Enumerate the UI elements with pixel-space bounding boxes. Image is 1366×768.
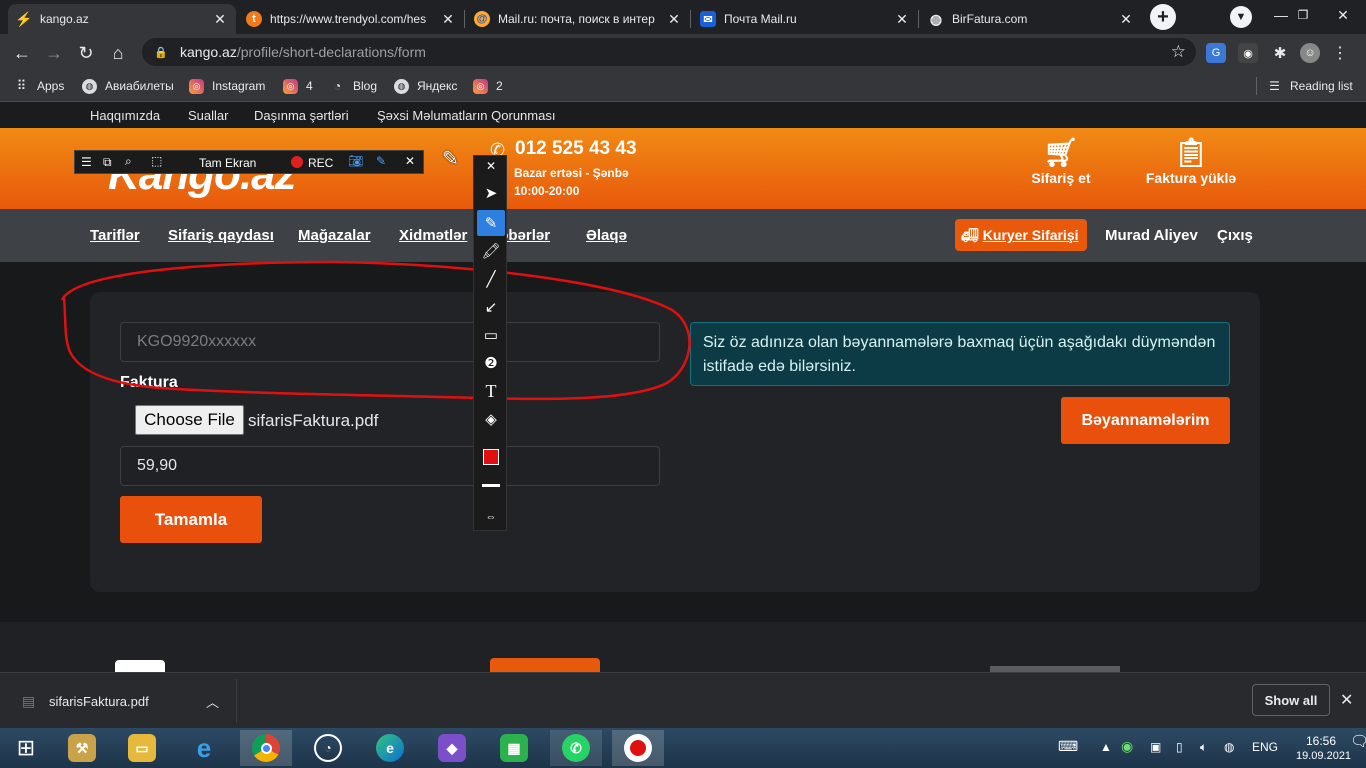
arrow-icon[interactable]: ↙ — [477, 294, 505, 320]
counter-icon[interactable]: ❷ — [477, 350, 505, 376]
download-bar: ▤ sifarisFaktura.pdf ︿ Show all ✕ — [0, 672, 1366, 728]
eraser-icon[interactable]: ◈ — [477, 406, 505, 432]
edge-icon: e — [376, 734, 404, 762]
taskbar-whatsapp[interactable]: ✆ — [550, 730, 602, 766]
zoom-region-icon[interactable]: ⌕ — [125, 154, 132, 169]
status-ring-icon[interactable]: ◉ — [1121, 738, 1133, 755]
rec-button[interactable]: REC — [308, 156, 333, 170]
pen-tool-icon[interactable]: ✎ — [477, 210, 505, 236]
chrome-icon — [252, 734, 280, 762]
record-dot-icon[interactable] — [291, 156, 303, 168]
tray-app-icon[interactable]: ◍ — [1224, 740, 1234, 754]
fullscreen-mode-label[interactable]: Tam Ekran — [199, 156, 256, 170]
network-icon[interactable]: ▣ — [1150, 740, 1161, 754]
show-all-button[interactable]: Show all — [1252, 684, 1330, 716]
volume-icon[interactable]: 🔈︎ — [1200, 740, 1207, 755]
taskbar-app-green[interactable]: ▦ — [488, 730, 540, 766]
taskbar-explorer[interactable]: ▭ — [116, 730, 168, 766]
close-icon[interactable]: ✕ — [477, 156, 505, 176]
menu-icon[interactable]: ☰ — [81, 155, 92, 169]
taskbar-visual-studio[interactable]: ◆ — [426, 730, 478, 766]
speedometer-icon: ◔ — [314, 734, 342, 762]
stroke-width-icon[interactable] — [477, 472, 505, 498]
internet-explorer-icon: e — [196, 732, 212, 763]
notifications-icon[interactable]: 🗨︎ — [1350, 732, 1366, 750]
close-icon[interactable]: ✕ — [405, 154, 415, 168]
start-button[interactable]: ⊞ — [0, 730, 52, 766]
tray-expand-icon[interactable]: ▲ — [1100, 740, 1112, 754]
download-file-name[interactable]: sifarisFaktura.pdf — [49, 694, 149, 709]
region-select-icon[interactable]: ⬚ — [151, 154, 162, 168]
camera-icon[interactable]: 📷︎ — [348, 154, 363, 168]
visual-studio-icon: ◆ — [438, 734, 466, 762]
rectangle-icon[interactable]: ▭ — [477, 322, 505, 348]
close-icon[interactable]: ✕ — [1340, 690, 1353, 710]
color-swatch-icon[interactable] — [477, 444, 505, 470]
window-select-icon[interactable]: ⧉ — [103, 155, 112, 170]
line-icon[interactable]: ╱ — [477, 266, 505, 292]
chevron-up-icon[interactable]: ︿ — [206, 692, 219, 711]
tools-icon: ⚒ — [68, 734, 96, 762]
marker-icon[interactable]: 🖍︎ — [477, 238, 505, 264]
screen-recorder-bar: ☰ ⧉ ⌕ ⬚ Tam Ekran REC 📷︎ ✎ ✕ — [74, 150, 424, 174]
taskbar-speedtest[interactable]: ◔ — [302, 730, 354, 766]
whatsapp-icon: ✆ — [562, 734, 590, 762]
clock-date[interactable]: 19.09.2021 — [1296, 750, 1351, 762]
windows-logo-icon: ⊞ — [16, 735, 36, 760]
language-indicator[interactable]: ENG — [1252, 740, 1278, 754]
record-icon — [624, 734, 652, 762]
taskbar-ie[interactable]: e — [178, 730, 230, 766]
clock-time[interactable]: 16:56 — [1306, 734, 1336, 748]
keyboard-icon[interactable]: ⌨ — [1058, 738, 1078, 755]
pen-cursor-icon: ✎ — [442, 148, 459, 170]
drawing-toolbar: ✕ ➤ ✎ 🖍︎ ╱ ↙ ▭ ❷ T ◈ ⇔ — [473, 155, 507, 531]
taskbar-chrome[interactable] — [240, 730, 292, 766]
folder-icon: ▭ — [128, 734, 156, 762]
red-annotation-stroke — [60, 260, 691, 401]
pointer-icon[interactable]: ➤ — [477, 180, 505, 206]
text-tool-icon[interactable]: T — [477, 378, 505, 404]
pen-icon[interactable]: ✎ — [376, 154, 386, 168]
pdf-file-icon: ▤ — [22, 693, 36, 709]
taskbar-tools[interactable]: ⚒ — [56, 730, 108, 766]
app-grid-icon: ▦ — [500, 734, 528, 762]
download-divider — [236, 679, 237, 723]
taskbar-recorder[interactable] — [612, 730, 664, 766]
phone-link-icon[interactable]: ▯ — [1176, 740, 1183, 754]
windows-taskbar: ⊞ ⚒ ▭ e ◔ e ◆ ▦ ✆ ⌨ ▲ ◉ ▣ ▯ 🔈︎ ◍ ENG 16:… — [0, 728, 1366, 768]
taskbar-edge[interactable]: e — [364, 730, 416, 766]
expand-icon[interactable]: ⇔ — [477, 504, 505, 530]
